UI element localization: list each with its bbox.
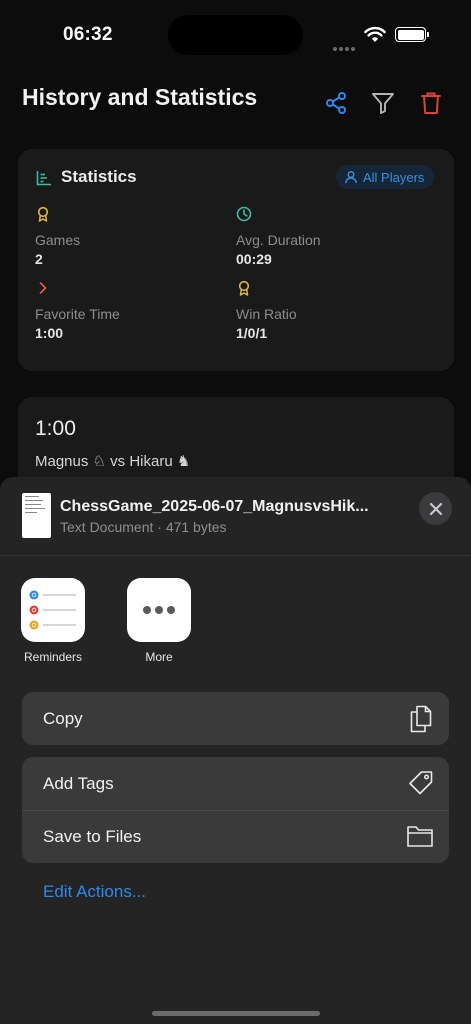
stat-label: Favorite Time bbox=[35, 306, 120, 322]
add-tags-label: Add Tags bbox=[43, 773, 114, 793]
divider bbox=[0, 555, 471, 556]
home-indicator[interactable] bbox=[152, 1011, 320, 1016]
wifi-icon bbox=[364, 26, 386, 42]
copy-action[interactable]: Copy bbox=[22, 692, 449, 745]
dynamic-island bbox=[168, 15, 303, 55]
reminders-icon bbox=[21, 578, 85, 642]
app-label: More bbox=[145, 650, 173, 664]
add-tags-action[interactable]: Add Tags bbox=[22, 757, 449, 810]
action-group-files: Add Tags Save to Files bbox=[22, 757, 449, 863]
stat-win-ratio: Win Ratio 1/0/1 bbox=[236, 280, 297, 341]
more-icon bbox=[127, 578, 191, 642]
stat-label: Win Ratio bbox=[236, 306, 297, 322]
stat-games: Games 2 bbox=[35, 206, 80, 267]
stat-favorite-time: Favorite Time 1:00 bbox=[35, 280, 120, 341]
action-group-copy: Copy bbox=[22, 692, 449, 745]
game-time-control: 1:00 bbox=[35, 417, 76, 440]
award-icon bbox=[238, 280, 250, 296]
page-title: History and Statistics bbox=[22, 84, 258, 110]
save-to-files-label: Save to Files bbox=[43, 827, 142, 846]
statistics-card: Statistics All Players Games 2 Avg. Dura… bbox=[18, 149, 454, 371]
close-icon bbox=[429, 502, 442, 515]
tag-icon bbox=[409, 771, 433, 795]
stat-label: Avg. Duration bbox=[236, 232, 321, 248]
app-more[interactable]: More bbox=[127, 578, 191, 664]
share-icon[interactable] bbox=[323, 90, 349, 116]
save-to-files-action[interactable]: Save to Files bbox=[22, 810, 449, 863]
award-icon bbox=[37, 206, 49, 222]
app-reminders[interactable]: Reminders bbox=[21, 578, 85, 664]
game-players: Magnus ♘ vs Hikaru ♞ bbox=[35, 453, 191, 470]
stat-avg-duration: Avg. Duration 00:29 bbox=[236, 206, 321, 267]
file-name: ChessGame_2025-06-07_MagnusvsHik... bbox=[60, 498, 369, 515]
clock-icon bbox=[236, 206, 252, 222]
all-players-label: All Players bbox=[363, 169, 425, 185]
close-button[interactable] bbox=[419, 492, 452, 525]
trash-icon[interactable] bbox=[418, 90, 444, 116]
folder-icon bbox=[407, 826, 433, 847]
stat-label: Games bbox=[35, 232, 81, 248]
copy-label: Copy bbox=[43, 708, 83, 728]
copy-icon bbox=[410, 705, 432, 733]
status-time: 06:32 bbox=[63, 24, 113, 45]
stat-value: 1:00 bbox=[35, 325, 64, 341]
document-thumbnail bbox=[22, 493, 51, 538]
share-sheet: ChessGame_2025-06-07_MagnusvsHik... Text… bbox=[0, 477, 471, 1024]
stat-value: 1/0/1 bbox=[236, 325, 268, 341]
edit-actions-link[interactable]: Edit Actions... bbox=[43, 882, 146, 902]
app-label: Reminders bbox=[23, 650, 83, 664]
chevron-right-icon bbox=[39, 282, 47, 294]
all-players-filter-button[interactable]: All Players bbox=[336, 165, 435, 189]
stat-value: 2 bbox=[35, 251, 43, 267]
stat-value: 00:29 bbox=[236, 251, 272, 267]
person-icon bbox=[345, 171, 357, 184]
status-bar: 06:32 bbox=[0, 0, 471, 70]
cellular-signal-icon bbox=[333, 38, 357, 56]
statistics-title: Statistics bbox=[61, 167, 137, 186]
bar-chart-icon bbox=[36, 171, 51, 186]
filter-icon[interactable] bbox=[370, 90, 396, 116]
battery-icon bbox=[395, 27, 429, 42]
file-meta: Text Document · 471 bytes bbox=[60, 519, 227, 535]
